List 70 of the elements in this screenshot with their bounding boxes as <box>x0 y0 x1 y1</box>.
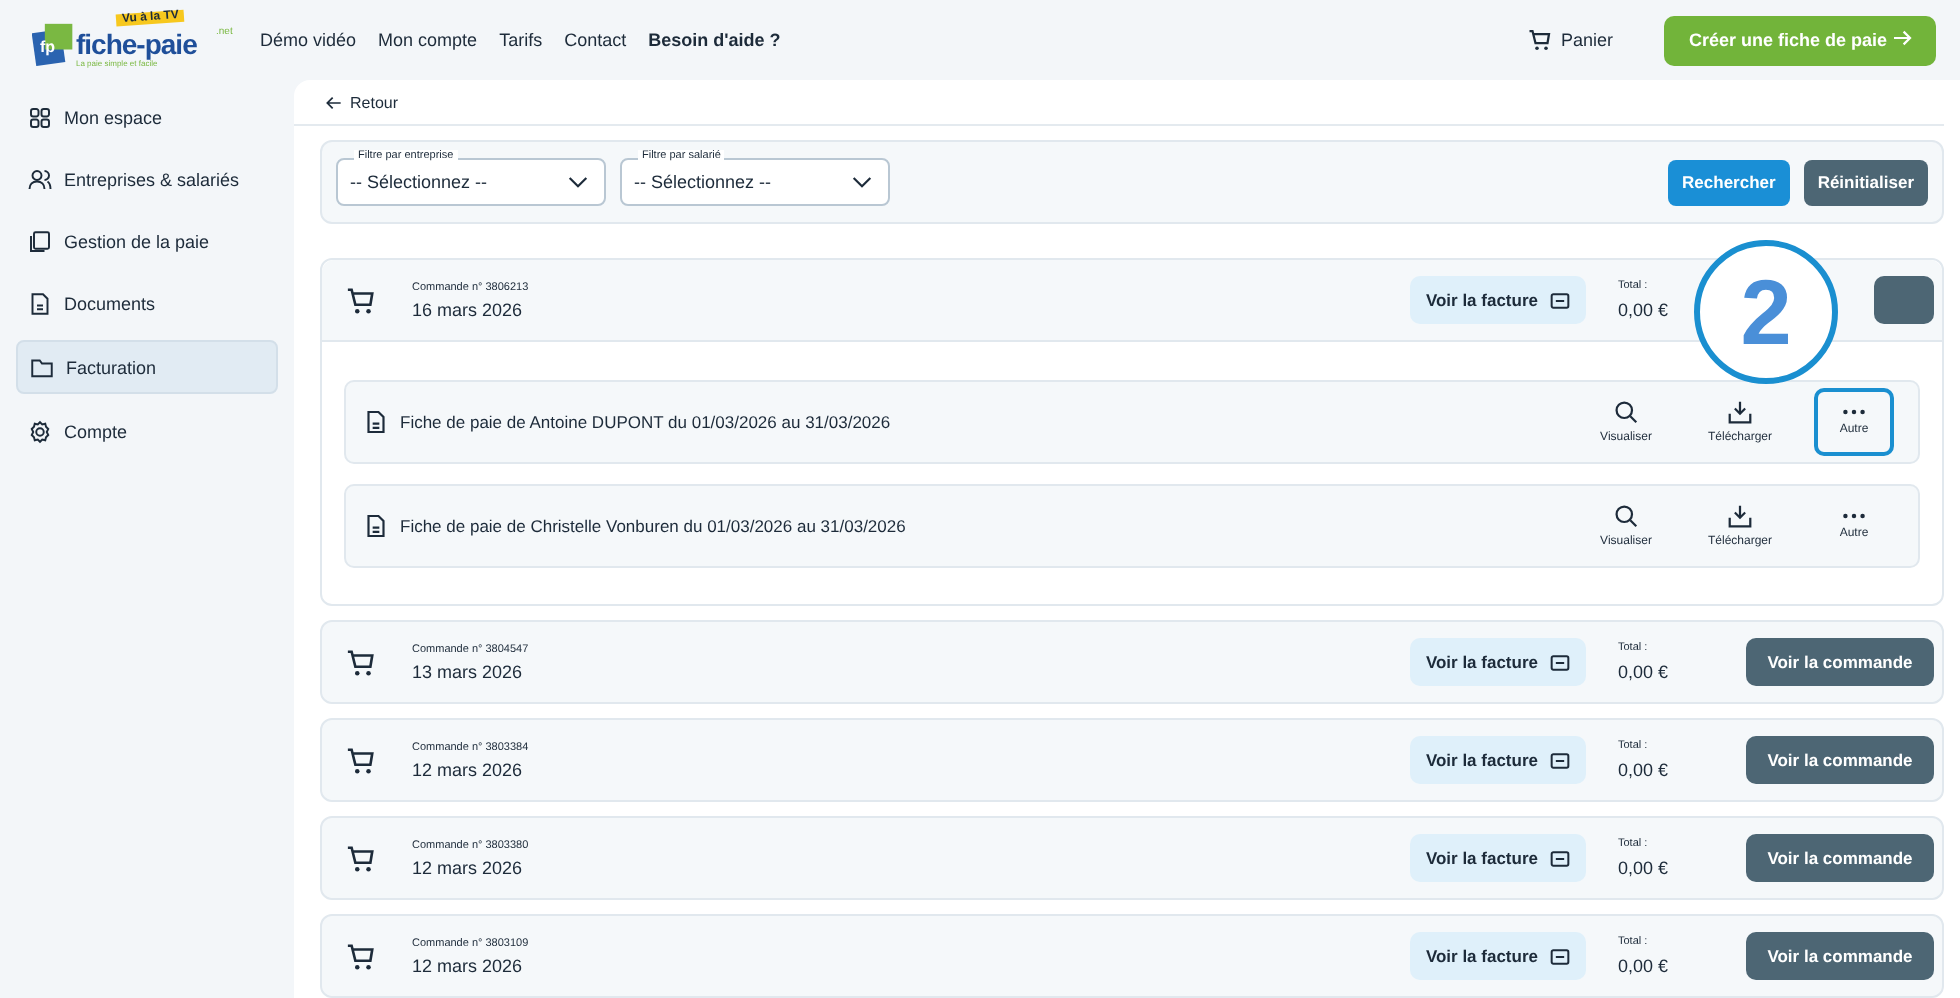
total-amount: 0,00 € <box>1618 300 1671 320</box>
cart-icon <box>346 285 376 315</box>
invoice-button[interactable]: Voir la facture <box>1409 834 1586 882</box>
nav-link[interactable]: Besoin d'aide ? <box>648 30 781 50</box>
payslip-title: Fiche de paie de Antoine DUPONT du 01/03/2026 au 31/03/2026 <box>400 412 891 432</box>
search-button[interactable]: Rechercher <box>1668 159 1790 206</box>
nav-link[interactable]: Mon compte <box>378 30 478 50</box>
view-order-button[interactable]: Voir la commande <box>1746 736 1934 784</box>
view-order-button[interactable]: Voir la commande <box>1746 834 1934 882</box>
invoice-button[interactable]: Voir la facture <box>1409 276 1586 324</box>
reset-button[interactable]: Réinitialiser <box>1803 159 1928 206</box>
download-icon <box>1728 504 1752 528</box>
search-icon <box>1614 504 1638 528</box>
arrow-left-icon <box>326 95 342 110</box>
cart-icon <box>346 647 376 677</box>
invoice-button[interactable]: Voir la facture <box>1409 736 1586 784</box>
grid-icon <box>28 105 52 129</box>
cart-icon[interactable] <box>1528 28 1553 52</box>
document-icon <box>28 291 52 315</box>
cart-icon <box>346 941 376 971</box>
view-order-button[interactable]: Voir la commande <box>1746 638 1934 686</box>
invoice-icon <box>1550 947 1570 965</box>
more-icon <box>1842 408 1866 416</box>
total-amount: 0,00 € <box>1618 858 1671 878</box>
chevron-down-icon <box>852 175 872 190</box>
order-date: 12 mars 2026 <box>412 955 525 975</box>
invoice-icon <box>1550 751 1570 769</box>
order-date: 12 mars 2026 <box>412 759 525 779</box>
invoice-icon <box>1550 653 1570 671</box>
folder-icon <box>30 355 54 379</box>
sidebar-item[interactable]: Facturation <box>16 340 278 394</box>
total-amount: 0,00 € <box>1618 760 1671 780</box>
order-date: 16 mars 2026 <box>412 299 525 319</box>
sidebar-item[interactable]: Documents <box>16 278 278 328</box>
document-icon <box>366 410 386 434</box>
search-icon <box>1614 400 1638 424</box>
total-amount: 0,00 € <box>1618 662 1671 682</box>
invoice-icon <box>1550 849 1570 867</box>
nav-link[interactable]: Contact <box>564 30 627 50</box>
document-icon <box>366 514 386 538</box>
more-icon <box>1842 512 1866 520</box>
order-date: 13 mars 2026 <box>412 661 525 681</box>
gear-icon <box>28 419 52 443</box>
sidebar-item[interactable]: Mon espace <box>16 92 278 142</box>
sidebar-item[interactable]: Compte <box>16 406 278 456</box>
cart-icon <box>346 843 376 873</box>
arrow-right-icon <box>1892 30 1912 46</box>
payslip-title: Fiche de paie de Christelle Vonburen du 01/03/2026 au 31/03/2026 <box>400 516 906 536</box>
logo-name: fiche-paie <box>76 28 197 60</box>
back-link[interactable]: Retour <box>350 93 399 112</box>
nav-link[interactable]: Démo vidéo <box>260 30 357 50</box>
total-amount: 0,00 € <box>1618 956 1671 976</box>
sidebar-item[interactable]: Entreprises & salariés <box>16 154 278 204</box>
files-icon <box>28 229 52 253</box>
view-order-button[interactable]: Voir la commande <box>1746 932 1934 980</box>
step-callout: 2 <box>1694 240 1838 384</box>
view-order-button[interactable] <box>1874 276 1934 324</box>
order-date: 12 mars 2026 <box>412 857 525 877</box>
download-icon <box>1728 400 1752 424</box>
cart-icon <box>346 745 376 775</box>
users-icon <box>28 167 52 191</box>
logo-initials: fp <box>40 38 56 56</box>
cart-link[interactable]: Panier <box>1560 30 1613 50</box>
logo-mark-icon <box>32 22 76 66</box>
sidebar-item[interactable]: Gestion de la paie <box>16 216 278 266</box>
invoice-button[interactable]: Voir la facture <box>1409 638 1586 686</box>
nav-link[interactable]: Tarifs <box>499 30 543 50</box>
invoice-button[interactable]: Voir la facture <box>1409 932 1586 980</box>
chevron-down-icon <box>568 175 588 190</box>
invoice-icon <box>1550 291 1570 309</box>
